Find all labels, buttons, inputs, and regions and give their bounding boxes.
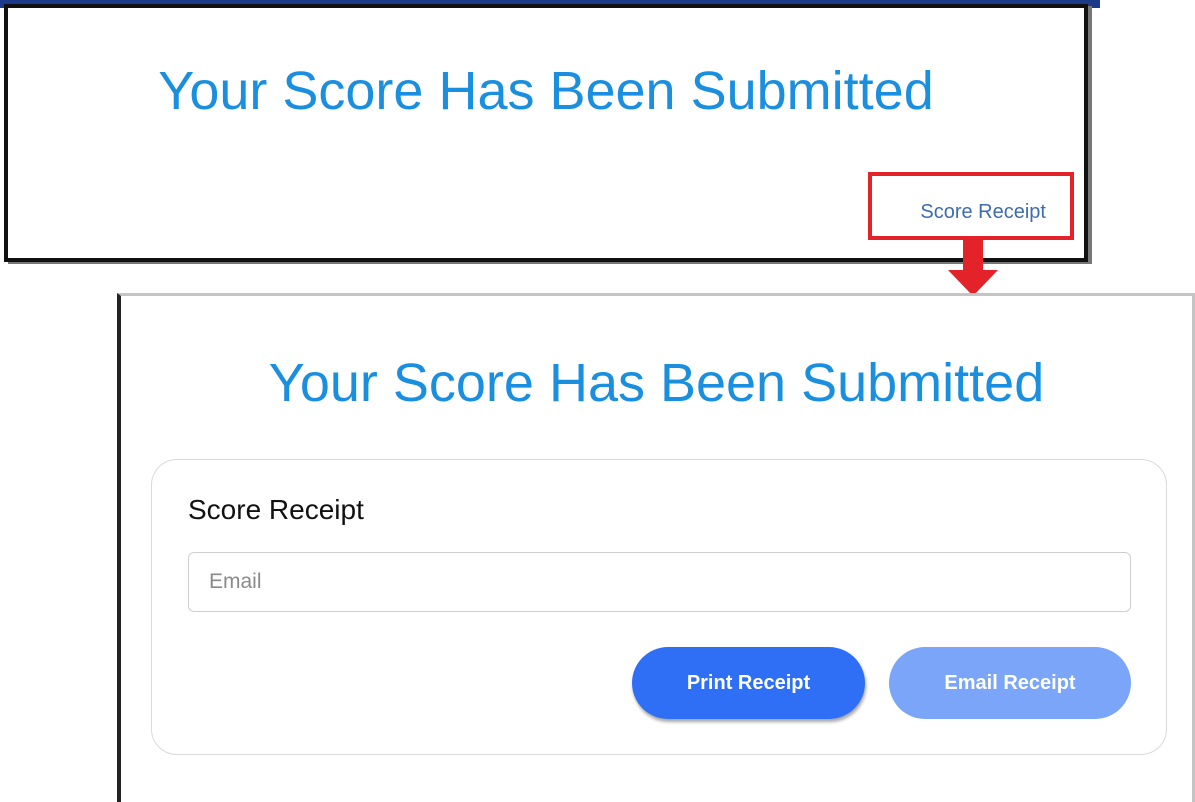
page-title: Your Score Has Been Submitted — [158, 61, 934, 121]
highlight-box: Score Receipt — [868, 172, 1074, 240]
page-title: Your Score Has Been Submitted — [268, 353, 1045, 413]
arrow-down-icon — [963, 240, 983, 272]
email-receipt-button[interactable]: Email Receipt — [889, 647, 1131, 719]
email-input[interactable] — [188, 552, 1131, 612]
card-title: Score Receipt — [188, 494, 364, 525]
print-receipt-button[interactable]: Print Receipt — [632, 647, 865, 719]
score-receipt-link-highlighted[interactable]: Score Receipt — [920, 201, 1046, 224]
score-receipt-screen: Your Score Has Been Submitted Score Rece… — [117, 293, 1195, 802]
score-receipt-card: Score Receipt Print Receipt Email Receip… — [151, 459, 1167, 755]
